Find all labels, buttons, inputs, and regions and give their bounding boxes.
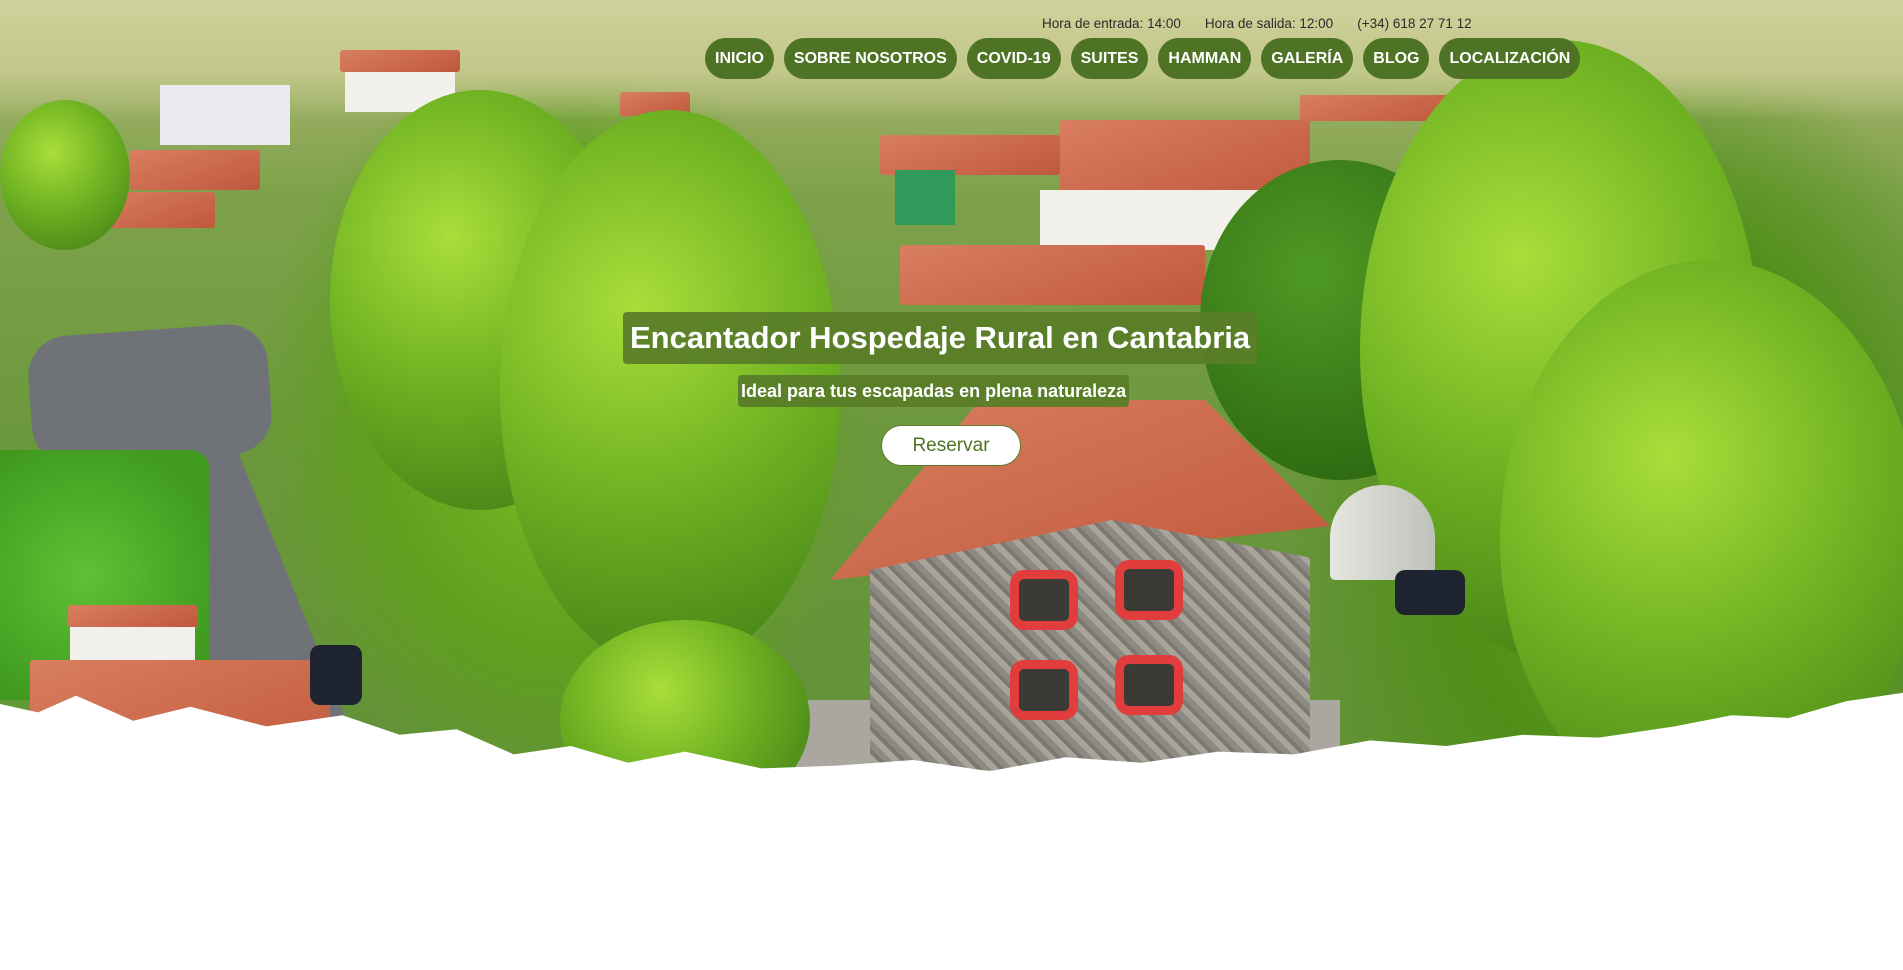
window [1115,560,1183,620]
house-roof [130,150,260,190]
checkin-time: Hora de entrada: 14:00 [1042,16,1181,31]
nav-item-sobre-nosotros[interactable]: SOBRE NOSOTROS [783,38,957,79]
greenhouse-tunnel [1330,485,1435,580]
shed-roof [68,605,198,627]
nav-item-covid-19[interactable]: COVID-19 [966,38,1061,79]
main-navigation: INICIO SOBRE NOSOTROS COVID-19 SUITES HA… [705,38,1581,79]
window [1010,660,1078,720]
window [1010,570,1078,630]
hero-background-image [0,0,1903,970]
green-house [895,170,955,225]
house-roof [880,135,1060,175]
hero-title: Encantador Hospedaje Rural en Cantabria [623,312,1258,364]
top-info-bar: Hora de entrada: 14:00 Hora de salida: 1… [1042,16,1472,31]
nav-item-localizacion[interactable]: LOCALIZACIÓN [1439,38,1581,79]
tree [0,100,130,250]
phone-number[interactable]: (+34) 618 27 71 12 [1357,16,1471,31]
parked-car [1395,570,1465,615]
window [1115,655,1183,715]
nav-item-suites[interactable]: SUITES [1070,38,1149,79]
parked-car [310,645,362,705]
nav-item-galeria[interactable]: GALERÍA [1261,38,1354,79]
nav-item-blog[interactable]: BLOG [1363,38,1430,79]
reserve-button[interactable]: Reservar [881,425,1021,466]
house-wall [160,85,290,145]
checkout-time: Hora de salida: 12:00 [1204,16,1334,31]
main-house-stone-wall [870,520,1310,770]
hero-subtitle: Ideal para tus escapadas en plena natura… [738,375,1130,407]
house-roof [900,245,1205,305]
nav-item-hamman[interactable]: HAMMAN [1158,38,1252,79]
nav-item-inicio[interactable]: INICIO [705,38,774,79]
house-roof [340,50,460,72]
